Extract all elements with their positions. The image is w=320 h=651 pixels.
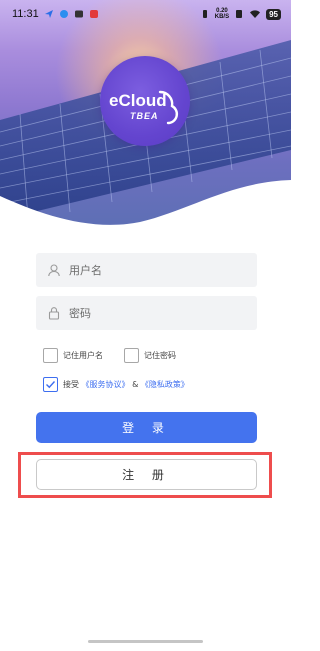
network-speed: 0.20 KB/S [215,8,229,20]
lock-icon [48,307,60,320]
remember-password-label: 记住密码 [144,351,176,360]
network-speed-unit: KB/S [214,14,230,20]
status-left: 11:31 [12,8,99,20]
agree-prefix: 接受 [63,380,79,389]
battery-icon: 95 [266,8,281,20]
agree-ampersand: & [132,380,139,389]
home-indicator[interactable] [88,640,203,643]
remember-password-row[interactable]: 记住密码 [124,348,176,363]
app-notification-icon [59,10,68,18]
vibrate-icon [202,10,207,18]
status-right: 0.20 KB/S 95 [200,8,281,20]
ecloud-logo: eCloud TBEA [100,56,190,146]
sim-icon [236,10,243,18]
username-field[interactable] [36,253,257,287]
logo-brand-text: eCloud [109,91,167,110]
agree-checkbox[interactable] [43,377,58,392]
checkmark-icon [46,381,56,389]
privacy-policy-link[interactable]: 《隐私政策》 [141,380,189,389]
agreement-row: 接受 《服务协议》 & 《隐私政策》 [43,377,189,392]
remember-username-checkbox[interactable] [43,348,58,363]
remember-username-row[interactable]: 记住用户名 [43,348,103,363]
login-screen: 11:31 0.20 KB/S 95 eCloud TBEA 用户名 记住用户名… [0,0,291,651]
status-bar: 11:31 0.20 KB/S 95 [0,0,291,28]
login-button[interactable]: 登 录 [36,412,257,443]
username-input[interactable] [69,263,239,277]
register-highlight-box [18,452,272,498]
status-time: 11:31 [12,8,39,20]
password-input[interactable] [69,306,239,320]
service-agreement-link[interactable]: 《服务协议》 [82,380,130,389]
navigation-icon [44,10,53,18]
remember-password-checkbox[interactable] [124,348,139,363]
agreement-text: 接受 《服务协议》 & 《隐私政策》 [63,379,189,390]
logo-company-text: TBEA [130,111,159,121]
app-badge-icon [89,10,98,18]
remember-username-label: 记住用户名 [63,351,103,360]
wifi-icon [250,10,261,18]
password-field[interactable] [36,296,257,330]
message-icon [74,10,83,18]
user-icon [48,264,60,277]
